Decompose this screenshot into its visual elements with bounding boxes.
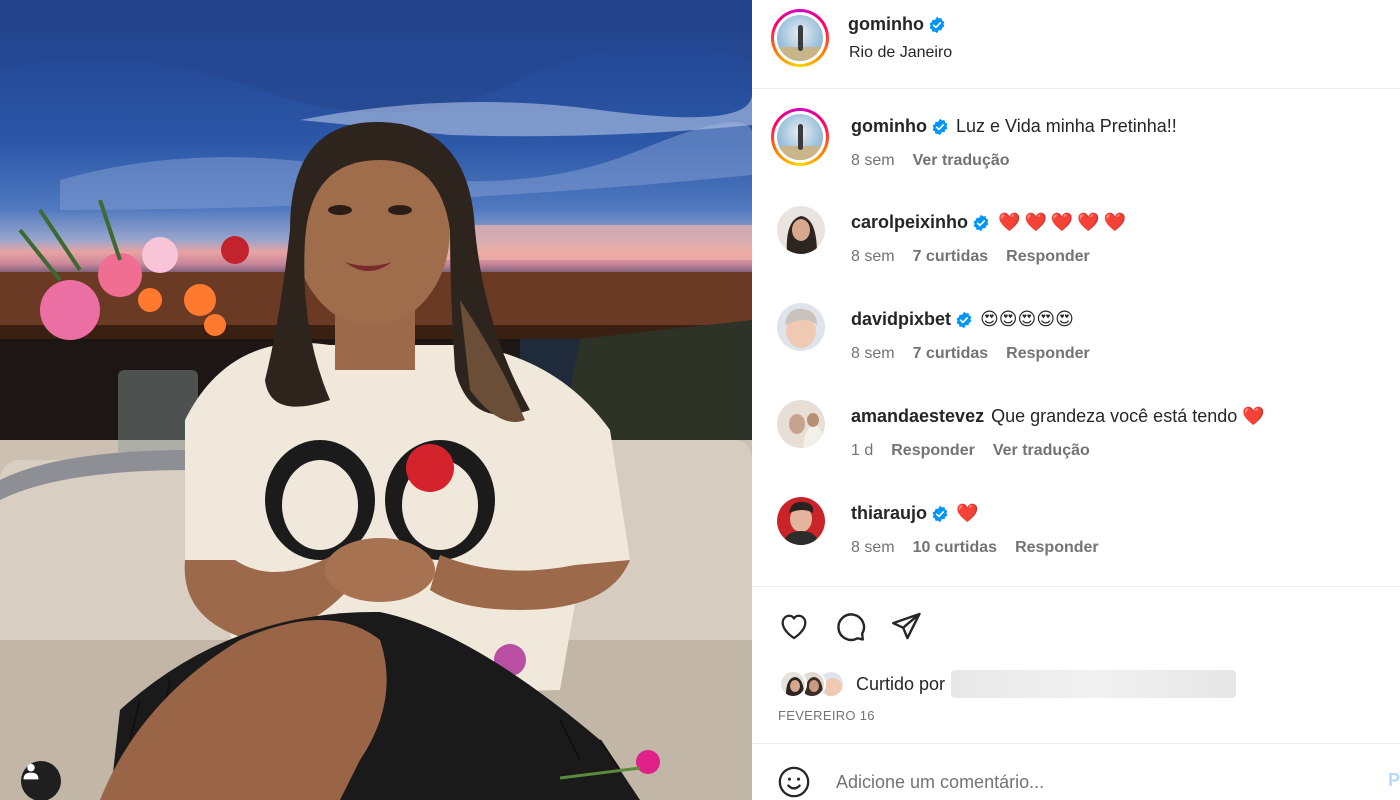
commenter-avatar[interactable]: [777, 497, 825, 545]
verified-badge-icon: [932, 118, 948, 135]
comment-age[interactable]: 8 sem: [851, 539, 895, 557]
reply-button[interactable]: Responder: [891, 442, 975, 460]
comment-text: 😍😍😍😍😍: [980, 309, 1074, 329]
user-tag-button[interactable]: [21, 761, 61, 800]
post-comment-button[interactable]: P: [1388, 770, 1400, 791]
post-photo[interactable]: [0, 0, 752, 800]
verified-badge-icon: [956, 311, 972, 328]
caption-age[interactable]: 8 sem: [851, 152, 895, 170]
verified-badge-icon: [973, 214, 989, 231]
comment-icon[interactable]: [833, 609, 867, 643]
commenter-username[interactable]: davidpixbet: [851, 309, 951, 330]
post-location[interactable]: Rio de Janeiro: [849, 44, 952, 62]
author-avatar[interactable]: [771, 9, 829, 67]
comment-likes[interactable]: 7 curtidas: [913, 345, 989, 363]
comment-text: ❤️❤️❤️❤️❤️: [998, 212, 1131, 232]
liker-avatar: [779, 670, 807, 698]
action-bar: [777, 609, 923, 643]
comment-likes[interactable]: 10 curtidas: [913, 539, 997, 557]
post-header: gominho Rio de Janeiro: [752, 0, 1400, 89]
comments-list: gominho Luz e Vida minha Pretinha!! 8 se…: [752, 90, 1400, 587]
photo-illustration: [0, 0, 752, 800]
commenter-avatar[interactable]: [777, 303, 825, 351]
commenter-username[interactable]: amandaestevez: [851, 406, 984, 427]
comment-composer: P: [752, 743, 1400, 800]
comment-translate-link[interactable]: Ver tradução: [993, 442, 1090, 460]
liked-by[interactable]: Curtido por: [779, 670, 1237, 698]
commenter-avatar[interactable]: [777, 400, 825, 448]
caption-avatar[interactable]: [771, 108, 829, 166]
caption-username[interactable]: gominho: [851, 116, 927, 137]
reply-button[interactable]: Responder: [1006, 248, 1090, 266]
commenter-username[interactable]: thiaraujo: [851, 503, 927, 524]
post-date[interactable]: FEVEREIRO 16: [778, 708, 875, 723]
caption-text: Luz e Vida minha Pretinha!!: [955, 116, 1177, 136]
verified-badge-icon: [929, 16, 945, 33]
emoji-icon[interactable]: [777, 765, 811, 799]
commenter-avatar[interactable]: [777, 206, 825, 254]
reply-button[interactable]: Responder: [1006, 345, 1090, 363]
post-detail-panel: gominho Rio de Janeiro gominho Luz e Vid…: [752, 0, 1400, 800]
share-icon[interactable]: [889, 609, 923, 643]
caption-translate-link[interactable]: Ver tradução: [913, 152, 1010, 170]
comment-text: Que grandeza você está tendo ❤️: [991, 406, 1265, 426]
comment-text: ❤️: [956, 503, 979, 523]
reply-button[interactable]: Responder: [1015, 539, 1099, 557]
commenter-username[interactable]: carolpeixinho: [851, 212, 968, 233]
author-username[interactable]: gominho: [848, 14, 924, 35]
comment-age[interactable]: 8 sem: [851, 248, 895, 266]
comment-input[interactable]: [836, 768, 1356, 796]
comment-likes[interactable]: 7 curtidas: [913, 248, 989, 266]
liked-by-label: Curtido por: [856, 673, 946, 694]
comment-age[interactable]: 8 sem: [851, 345, 895, 363]
user-tag-icon: [23, 763, 39, 780]
heart-icon[interactable]: [777, 609, 811, 643]
verified-badge-icon: [932, 505, 948, 522]
liked-by-names-blurred: [951, 670, 1237, 698]
comment-age[interactable]: 1 d: [851, 442, 873, 460]
